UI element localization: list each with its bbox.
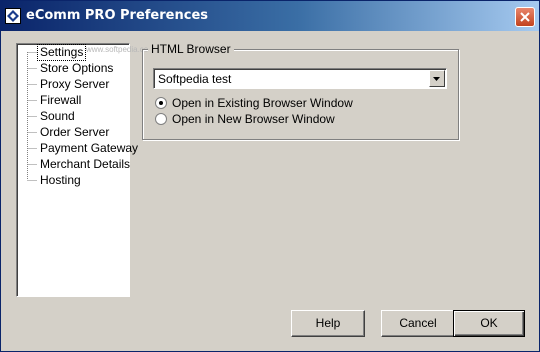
preferences-dialog: eComm PRO Preferences www.softpedia.com … [0,0,540,352]
tree-item-sound[interactable]: Sound [38,109,77,124]
tree-item-settings[interactable]: Settings [36,44,87,61]
cancel-button[interactable]: Cancel [381,310,455,337]
browser-combobox[interactable]: Softpedia test [153,68,447,89]
html-browser-group [142,49,459,140]
html-browser-group-label: HTML Browser [148,42,234,56]
tree-item-proxy-server[interactable]: Proxy Server [38,77,111,92]
combobox-dropdown-button[interactable] [429,70,445,87]
app-diamond-icon[interactable] [5,8,21,24]
close-button[interactable] [515,7,535,27]
tree-item-order-server[interactable]: Order Server [38,125,111,140]
radio-button-checked[interactable] [155,97,167,109]
help-button[interactable]: Help [291,310,365,337]
tree-item-hosting[interactable]: Hosting [38,173,83,188]
preferences-tree[interactable]: www.softpedia.com Settings Store Options… [16,43,155,297]
window-title: eComm PRO Preferences [26,8,208,23]
ok-button[interactable]: OK [453,310,525,337]
radio-new-window-label: Open in New Browser Window [172,112,335,126]
tree-item-payment-gateway[interactable]: Payment Gateway [38,141,140,156]
browser-combobox-value: Softpedia test [158,72,232,86]
tree-item-firewall[interactable]: Firewall [38,93,83,108]
tree-item-store-options[interactable]: Store Options [38,61,115,76]
tree-item-merchant-details[interactable]: Merchant Details [38,157,132,172]
radio-button-unchecked[interactable] [155,113,167,125]
radio-existing-window-label: Open in Existing Browser Window [172,96,353,110]
title-bar[interactable]: eComm PRO Preferences [1,1,539,31]
